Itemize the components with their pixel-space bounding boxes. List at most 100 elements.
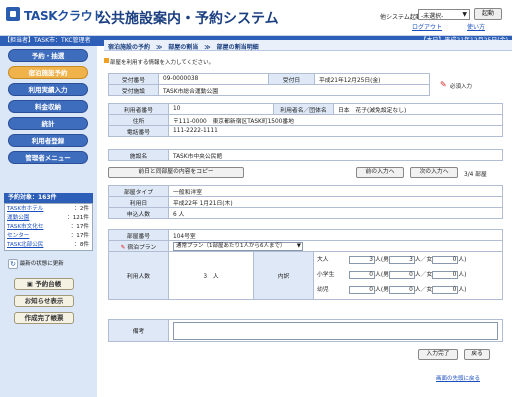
nav-reserve-lottery[interactable]: 予約・抽選 [8,49,88,62]
female-label: 人／女 [414,272,433,278]
next-input-button[interactable]: 次の入力へ [410,167,458,178]
reservation-link[interactable]: センター [7,233,29,239]
remarks-cell [168,319,503,342]
receipt-facility-label: 受付施設 [108,84,159,96]
reservation-link[interactable]: 運動公園 [7,215,29,221]
receipt-no-value: 09-0000038 [158,73,269,85]
nav-usage-input[interactable]: 利用実績入力 [8,83,88,96]
breakdown-row-infant: 幼児 0 人(男 0 人／女 0 人) [317,283,499,298]
male-label: (男 [380,272,389,278]
reservation-list: TASK市ホテル ：2件 運動公園 ：121件 TASK市文化セ ：17件 センター ：… [4,203,93,251]
receipt-facility-value: TASK市総合運動公園 [158,84,430,96]
breakdown-row-label: 小学生 [317,272,335,278]
room-type-label: 部屋タイプ [108,185,169,197]
breadcrumb: 宿泊施設の予約 ≫ 部屋の割当 ≫ 部屋の割当明細 [108,44,259,51]
list-item[interactable]: TASK市文化セ ：17件 [7,223,91,231]
completed-forms-button[interactable]: 作成完了帳票 [14,312,74,324]
back-to-top-link[interactable]: 画面の先頭に戻る [436,374,480,382]
use-date-value: 平成22年 1月21日(木) [168,196,503,208]
female-label: 人／女 [414,257,433,263]
infant-total-input[interactable]: 0 [349,285,375,294]
receipt-no-label: 受付番号 [108,73,159,85]
other-system-select-value: -未選択- [421,13,444,20]
infant-female-input[interactable]: 0 [432,285,459,294]
reservation-link[interactable]: TASK北部公民 [7,242,43,248]
reservation-link[interactable]: TASK市ホテル [7,206,43,212]
reservation-ledger-button[interactable]: ▣ 予約台帳 [14,278,74,290]
remarks-label: 備考 [108,319,169,342]
nav-fee-collection[interactable]: 料金収納 [8,100,88,113]
breakdown-row-child: 小学生 0 人(男 0 人／女 0 人) [317,268,499,283]
facility-table: 施設名 TASK市中央公民館 [108,149,503,161]
chevron-down-icon: ▼ [462,11,467,18]
nav-statistics[interactable]: 統計 [8,117,88,130]
breakdown-row-adult: 大人 3 人(男 3 人／女 0 人) [317,253,499,268]
notice-icon [104,58,109,63]
system-title: 公共施設案内・予約システム [97,11,279,27]
use-date-label: 利用日 [108,196,169,208]
help-link[interactable]: 使い方 [467,22,485,31]
required-legend: 必須入力 [450,84,473,90]
reservation-count: ：17件 [70,224,89,230]
refresh-icon: ↻ [8,258,18,269]
logo-text: TASKクラウド [24,9,105,23]
logout-link[interactable]: ログアウト [412,22,442,31]
reservation-link[interactable]: TASK市文化セ [7,224,43,230]
close-label: 人) [458,257,467,263]
prev-input-button[interactable]: 前の入力へ [356,167,404,178]
plan-cell: 通常プラン（1部屋あたり1人から6人まで） ▼ [168,240,503,252]
phone-label: 電話番号 [108,125,169,137]
plan-label-text: 宿泊プラン [127,244,157,251]
child-male-input[interactable]: 0 [388,270,415,279]
plan-label: ✎ 宿泊プラン [108,240,169,252]
reservation-count-title: 予約対象：163件 [4,193,93,203]
child-total-input[interactable]: 0 [349,270,375,279]
breakdown-row-label: 大人 [317,257,329,263]
required-icon: ✎ [120,244,126,251]
room-no-label: 部屋番号 [108,229,169,241]
input-complete-button[interactable]: 入力完了 [418,349,458,360]
applied-count-label: 申込人数 [108,207,169,219]
infant-male-input[interactable]: 0 [388,285,415,294]
nav-lodging-reservation[interactable]: 宿泊施設予約 [8,66,88,79]
adult-total-input[interactable]: 3 [349,255,375,264]
refresh-label: 最新の状態に更新 [19,261,64,267]
list-item[interactable]: TASK市ホテル ：2件 [7,205,91,213]
adult-male-input[interactable]: 3 [388,255,415,264]
breakdown-row-label: 幼児 [317,287,329,293]
adult-female-input[interactable]: 0 [432,255,459,264]
reservation-count: ：121件 [67,215,89,221]
notice-display-button[interactable]: お知らせ表示 [14,295,74,307]
plan-select-value: 通常プラン（1部屋あたり1人から6人まで） [176,242,286,249]
reservation-count: ：8件 [74,242,89,248]
plan-select[interactable]: 通常プラン（1部屋あたり1人から6人まで） ▼ [173,241,303,251]
other-system-select[interactable]: -未選択- ▼ [418,9,470,20]
receipt-date-value: 平成21年12月25日(金) [314,73,430,85]
reservation-ledger-label: 予約台帳 [35,280,62,288]
user-name-value: 日本 花子(減免設定なし) [333,103,503,115]
back-button[interactable]: 戻る [464,349,490,360]
user-name-label: 利用者名／団体名 [273,103,334,115]
nav-admin-menu[interactable]: 管理者メニュー [8,151,88,164]
child-female-input[interactable]: 0 [432,270,459,279]
required-icon: ✎ [440,80,447,89]
room-no-value: 104号室 [168,229,503,241]
female-label: 人／女 [414,287,433,293]
reservation-count: ：2件 [74,206,89,212]
list-item[interactable]: センター ：17件 [7,232,91,240]
persons-value: 3 人 [168,251,254,300]
copy-previous-day-button[interactable]: 前日と同部屋の内容をコピー [108,167,244,178]
room-type-value: 一般和洋室 [168,185,503,197]
notice-text: 部屋を利用する情報を入力してください。 [110,60,215,66]
nav-user-registration[interactable]: 利用者登録 [8,134,88,147]
logo-icon [6,7,20,21]
close-label: 人) [458,287,467,293]
chevron-down-icon: ▼ [296,242,301,249]
list-item[interactable]: TASK北部公民 ：8件 [7,241,91,249]
detail-table: 部屋番号 104号室 ✎ 宿泊プラン 通常プラン（1部屋あたり1人から6人まで）… [108,229,503,300]
start-button[interactable]: 起動 [474,8,502,20]
list-item[interactable]: 運動公園 ：121件 [7,214,91,222]
remarks-input[interactable] [173,321,498,340]
refresh-button[interactable]: ↻ 最新の状態に更新 [8,258,93,270]
room-count: 3/4 部屋 [464,172,487,178]
